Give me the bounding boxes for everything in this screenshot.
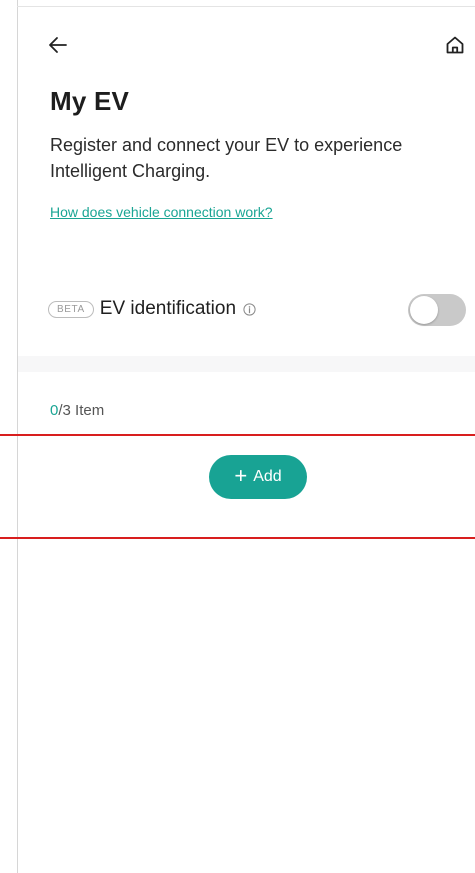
toggle-knob	[410, 296, 438, 324]
annotation-line-bottom	[0, 537, 475, 539]
info-icon[interactable]	[243, 302, 256, 316]
ev-identification-row: BETA EV identification	[48, 292, 256, 326]
ev-identification-label: EV identification	[99, 298, 237, 319]
page-subtitle: Register and connect your EV to experien…	[50, 135, 403, 181]
plus-icon: +	[234, 463, 248, 488]
home-button[interactable]	[440, 30, 470, 60]
vehicle-connection-help-link[interactable]: How does vehicle connection work?	[50, 204, 273, 220]
my-ev-screen: My EV Register and connect your EV to ex…	[0, 0, 475, 873]
frame-border-top	[17, 6, 475, 7]
section-divider-band	[18, 356, 475, 372]
arrow-left-icon	[49, 37, 67, 53]
ev-identification-toggle[interactable]	[408, 294, 466, 326]
frame-border-left	[17, 0, 18, 873]
annotation-line-top	[0, 434, 475, 436]
home-icon	[446, 36, 464, 54]
page-title: My EV	[50, 86, 130, 116]
add-button-label: Add	[253, 468, 282, 485]
beta-badge: BETA	[48, 300, 94, 318]
item-count-total: /3 Item	[58, 402, 105, 419]
item-count: 0/3 Item	[50, 402, 104, 419]
add-vehicle-button[interactable]: + Add	[209, 455, 307, 499]
back-button[interactable]	[42, 30, 74, 60]
